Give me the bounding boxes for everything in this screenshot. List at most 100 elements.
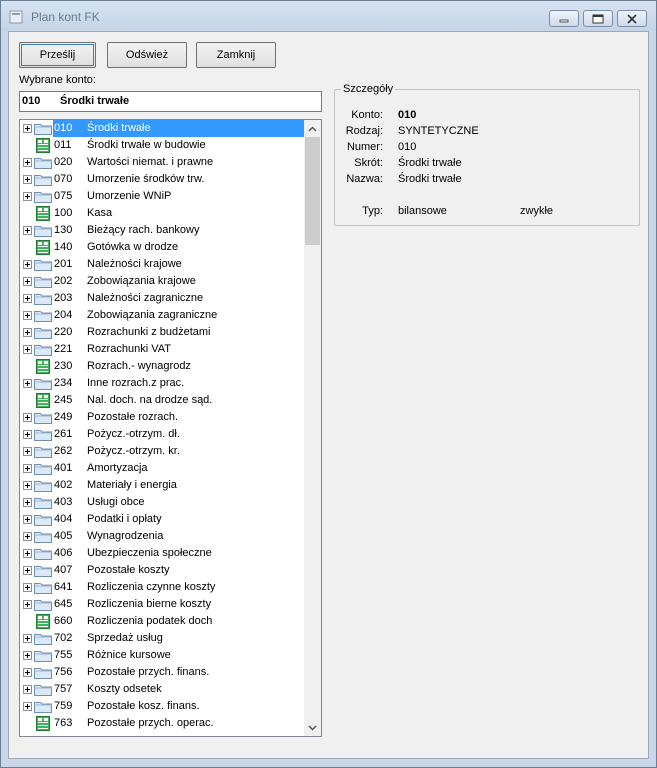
account-name: Inne rozrach.z prac. (87, 377, 185, 389)
expand-plus-icon[interactable] (23, 124, 32, 133)
tree-row[interactable]: 402 Materiały i energia (20, 477, 304, 494)
minimize-button[interactable] (549, 10, 579, 27)
maximize-icon (592, 14, 604, 23)
nazwa-value: Środki trwałe (398, 173, 462, 185)
expand-plus-icon[interactable] (23, 311, 32, 320)
expand-plus-icon[interactable] (23, 175, 32, 184)
folder-icon (34, 224, 52, 237)
account-code: 140 (54, 241, 73, 253)
maximize-button[interactable] (583, 10, 613, 27)
account-name: Pozostałe koszty (87, 564, 170, 576)
tree-row[interactable]: 221 Rozrachunki VAT (20, 341, 304, 358)
expand-plus-icon[interactable] (23, 277, 32, 286)
account-name: Wartości niemat. i prawne (87, 156, 214, 168)
tree-row[interactable]: 203 Należności zagraniczne (20, 290, 304, 307)
expand-plus-icon[interactable] (23, 600, 32, 609)
tree-row[interactable]: 075 Umorzenie WNiP (20, 188, 304, 205)
expand-plus-icon[interactable] (23, 702, 32, 711)
expand-plus-icon[interactable] (23, 345, 32, 354)
send-button[interactable]: Prześlij (19, 42, 96, 68)
refresh-button[interactable]: Odśwież (107, 42, 187, 68)
tree-row[interactable]: 641 Rozliczenia czynne koszty (20, 579, 304, 596)
account-name: Pozostałe przych. finans. (87, 666, 210, 678)
expand-plus-icon[interactable] (23, 634, 32, 643)
tree-row[interactable]: 401 Amortyzacja (20, 460, 304, 477)
tree-row[interactable]: 405 Wynagrodzenia (20, 528, 304, 545)
tree-row[interactable]: 404 Podatki i opłaty (20, 511, 304, 528)
tree-row[interactable]: 204 Zobowiązania zagraniczne (20, 307, 304, 324)
tree-row[interactable]: 220 Rozrachunki z budżetami (20, 324, 304, 341)
tree-row[interactable]: 011 Środki trwałe w budowie (20, 137, 304, 154)
expand-plus-icon[interactable] (23, 668, 32, 677)
expand-plus-icon[interactable] (23, 192, 32, 201)
expand-plus-icon[interactable] (23, 447, 32, 456)
expand-plus-icon[interactable] (23, 583, 32, 592)
close-window-button[interactable] (617, 10, 647, 27)
expand-plus-icon[interactable] (23, 566, 32, 575)
expand-plus-icon[interactable] (23, 158, 32, 167)
expand-plus-icon[interactable] (23, 328, 32, 337)
expand-plus-icon[interactable] (23, 685, 32, 694)
account-code: 201 (54, 258, 73, 270)
account-code: 763 (54, 717, 73, 729)
tree-row[interactable]: 010 Środki trwałe (20, 120, 304, 137)
status-strip (8, 759, 649, 767)
tree-row[interactable]: 261 Pożycz.-otrzym. dł. (20, 426, 304, 443)
tree-row[interactable]: 763 Pozostałe przych. operac. (20, 715, 304, 732)
account-code: 404 (54, 513, 73, 525)
tree-row[interactable]: 140 Gotówka w drodze (20, 239, 304, 256)
account-code: 100 (54, 207, 73, 219)
account-name: Kasa (87, 207, 113, 219)
tree-row[interactable]: 755 Różnice kursowe (20, 647, 304, 664)
tree-row[interactable]: 070 Umorzenie środków trw. (20, 171, 304, 188)
accounts-tree-rows: 010 Środki trwałe 011 Środki trwałe w budow… (20, 120, 304, 732)
tree-row[interactable]: 202 Zobowiązania krajowe (20, 273, 304, 290)
expand-plus-icon[interactable] (23, 379, 32, 388)
scrollbar-thumb[interactable] (305, 137, 320, 245)
tree-row[interactable]: 407 Pozostałe koszty (20, 562, 304, 579)
scroll-up-arrow-icon[interactable] (304, 120, 321, 137)
expand-plus-icon[interactable] (23, 260, 32, 269)
expand-plus-icon[interactable] (23, 294, 32, 303)
tree-row[interactable]: 020 Wartości niemat. i prawne (20, 154, 304, 171)
tree-row[interactable]: 249 Pozostałe rozrach. (20, 409, 304, 426)
expand-plus-icon[interactable] (23, 413, 32, 422)
tree-row[interactable]: 702 Sprzedaż usług (20, 630, 304, 647)
account-name: Środki trwałe (87, 122, 151, 134)
folder-icon (34, 122, 52, 135)
tree-row[interactable]: 756 Pozostałe przych. finans. (20, 664, 304, 681)
expand-plus-icon[interactable] (23, 532, 32, 541)
close-button[interactable]: Zamknij (196, 42, 276, 68)
scroll-down-arrow-icon[interactable] (304, 719, 321, 736)
expand-plus-icon[interactable] (23, 226, 32, 235)
konto-label: Konto: (351, 109, 383, 121)
expand-plus-icon[interactable] (23, 549, 32, 558)
tree-row[interactable]: 201 Należności krajowe (20, 256, 304, 273)
tree-scrollbar[interactable] (304, 120, 321, 736)
account-name: Zobowiązania krajowe (87, 275, 196, 287)
tree-row[interactable]: 234 Inne rozrach.z prac. (20, 375, 304, 392)
tree-row[interactable]: 757 Koszty odsetek (20, 681, 304, 698)
account-name: Wynagrodzenia (87, 530, 164, 542)
expand-plus-icon[interactable] (23, 464, 32, 473)
account-code: 405 (54, 530, 73, 542)
tree-row[interactable]: 245 Nal. doch. na drodze sąd. (20, 392, 304, 409)
tree-row[interactable]: 130 Bieżący rach. bankowy (20, 222, 304, 239)
tree-row[interactable]: 759 Pozostałe kosz. finans. (20, 698, 304, 715)
folder-icon (34, 666, 52, 679)
expand-plus-icon[interactable] (23, 515, 32, 524)
tree-row[interactable]: 406 Ubezpieczenia społeczne (20, 545, 304, 562)
title-bar[interactable]: Plan kont FK (1, 1, 656, 31)
accounts-tree[interactable]: 010 Środki trwałe 011 Środki trwałe w budow… (19, 119, 322, 737)
tree-row[interactable]: 645 Rozliczenia bierne koszty (20, 596, 304, 613)
expand-plus-icon[interactable] (23, 651, 32, 660)
tree-row[interactable]: 230 Rozrach.- wynagrodz (20, 358, 304, 375)
tree-row[interactable]: 403 Usługi obce (20, 494, 304, 511)
expand-plus-icon[interactable] (23, 481, 32, 490)
expand-plus-icon[interactable] (23, 430, 32, 439)
tree-row[interactable]: 100 Kasa (20, 205, 304, 222)
expand-plus-icon[interactable] (23, 498, 32, 507)
tree-row[interactable]: 660 Rozliczenia podatek doch (20, 613, 304, 630)
details-group: Szczegóły Konto: 010 Rodzaj: SYNTETYCZNE… (334, 83, 640, 226)
tree-row[interactable]: 262 Pożycz.-otrzym. kr. (20, 443, 304, 460)
